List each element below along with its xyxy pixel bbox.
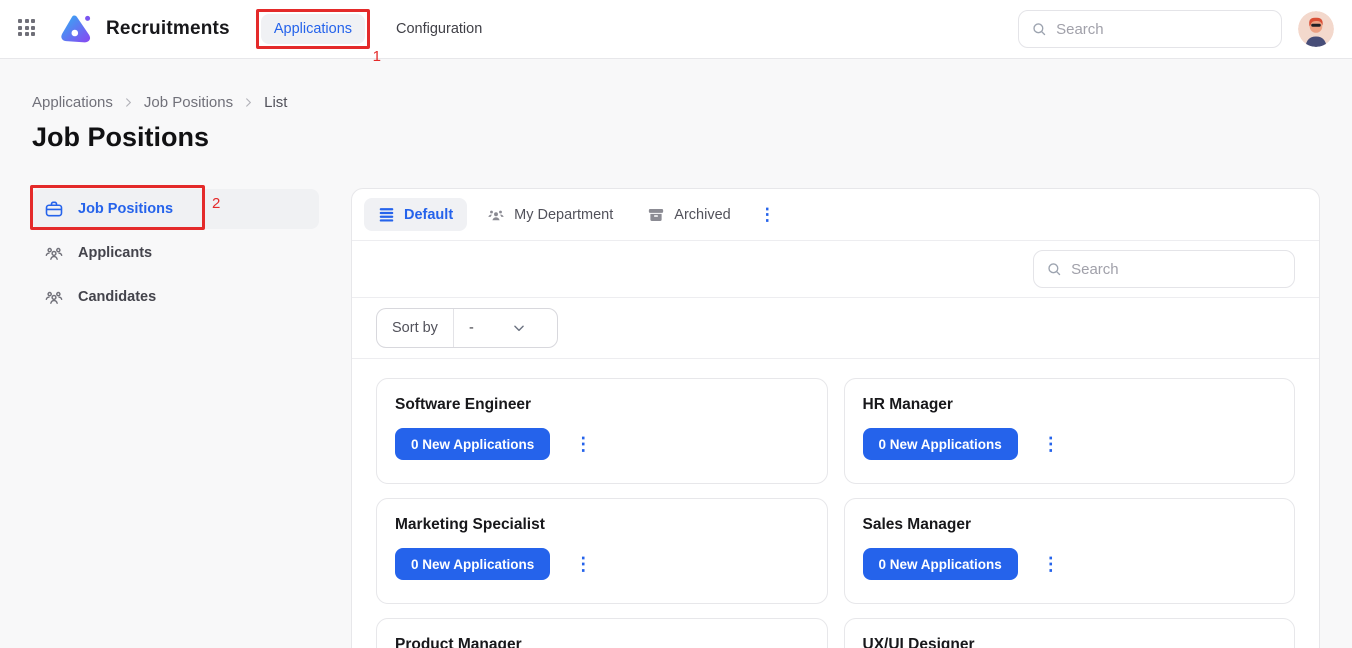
new-applications-button[interactable]: 0 New Applications — [863, 428, 1018, 460]
main-panel: Default My Department Archived ⋮ — [351, 188, 1320, 648]
view-tab-label: My Department — [514, 207, 613, 223]
view-tab-label: Default — [404, 207, 453, 223]
breadcrumb-list[interactable]: List — [264, 94, 287, 111]
annotation-box-1: Applications 1 — [256, 9, 370, 49]
nav-tab-configuration[interactable]: Configuration — [396, 21, 482, 37]
sort-by-dropdown[interactable]: Sort by - — [376, 308, 558, 348]
job-title: HR Manager — [863, 396, 1277, 414]
job-position-card: Marketing Specialist 0 New Applications … — [376, 498, 828, 604]
top-navbar: Recruitments Applications 1 Configuratio… — [0, 0, 1352, 59]
breadcrumb: Applications Job Positions List — [32, 94, 287, 111]
card-menu-icon[interactable]: ⋮ — [1042, 555, 1060, 573]
sort-by-value: - — [469, 320, 474, 336]
people-icon — [44, 287, 64, 307]
user-avatar[interactable] — [1298, 11, 1334, 47]
view-tabs: Default My Department Archived ⋮ — [352, 189, 1319, 241]
job-title: UX/UI Designer — [863, 636, 1277, 648]
job-title: Marketing Specialist — [395, 516, 809, 534]
global-search-input[interactable] — [1056, 21, 1269, 38]
annotation-label-1: 1 — [373, 48, 381, 65]
view-tab-default[interactable]: Default — [364, 198, 467, 231]
search-icon — [1031, 20, 1047, 38]
sidebar: Job Positions 2 Applicants Candidates — [32, 189, 319, 321]
annotation-label-2: 2 — [212, 195, 220, 212]
sort-by-label: Sort by — [377, 309, 454, 347]
chevron-right-icon — [243, 97, 254, 108]
global-search[interactable] — [1018, 10, 1282, 48]
job-position-cards: Software Engineer 0 New Applications ⋮ H… — [352, 359, 1319, 648]
job-position-card: Sales Manager 0 New Applications ⋮ — [844, 498, 1296, 604]
sidebar-item-label: Applicants — [78, 245, 152, 261]
nav-tab-applications[interactable]: Applications — [261, 14, 365, 44]
job-position-card: Software Engineer 0 New Applications ⋮ — [376, 378, 828, 484]
briefcase-icon — [44, 199, 64, 219]
new-applications-button[interactable]: 0 New Applications — [395, 428, 550, 460]
page-title: Job Positions — [32, 122, 209, 153]
sidebar-item-job-positions[interactable]: Job Positions 2 — [32, 189, 319, 229]
sidebar-item-label: Candidates — [78, 289, 156, 305]
breadcrumb-applications[interactable]: Applications — [32, 94, 113, 111]
card-menu-icon[interactable]: ⋮ — [574, 555, 592, 573]
job-title: Sales Manager — [863, 516, 1277, 534]
job-title: Product Manager — [395, 636, 809, 648]
list-search[interactable] — [1033, 250, 1295, 288]
new-applications-button[interactable]: 0 New Applications — [863, 548, 1018, 580]
view-tabs-menu-icon[interactable]: ⋮ — [751, 206, 784, 223]
view-tab-label: Archived — [674, 207, 730, 223]
app-logo-icon[interactable] — [58, 11, 94, 47]
filter-row — [352, 241, 1319, 298]
card-menu-icon[interactable]: ⋮ — [574, 435, 592, 453]
sort-row: Sort by - — [352, 298, 1319, 359]
job-title: Software Engineer — [395, 396, 809, 414]
job-position-card: UX/UI Designer 0 New Applications ⋮ — [844, 618, 1296, 648]
job-position-card: Product Manager 0 New Applications ⋮ — [376, 618, 828, 648]
sidebar-item-applicants[interactable]: Applicants — [32, 233, 319, 273]
job-position-card: HR Manager 0 New Applications ⋮ — [844, 378, 1296, 484]
sidebar-item-candidates[interactable]: Candidates — [32, 277, 319, 317]
archive-icon — [647, 206, 665, 224]
sidebar-item-label: Job Positions — [78, 201, 173, 217]
people-icon — [487, 206, 505, 224]
app-title: Recruitments — [106, 18, 230, 40]
people-icon — [44, 243, 64, 263]
card-menu-icon[interactable]: ⋮ — [1042, 435, 1060, 453]
app-grid-icon[interactable] — [18, 19, 38, 39]
chevron-right-icon — [123, 97, 134, 108]
chevron-down-icon — [512, 321, 526, 335]
view-tab-my-department[interactable]: My Department — [473, 198, 627, 232]
list-icon — [378, 206, 395, 223]
view-tab-archived[interactable]: Archived — [633, 198, 744, 232]
breadcrumb-job-positions[interactable]: Job Positions — [144, 94, 233, 111]
new-applications-button[interactable]: 0 New Applications — [395, 548, 550, 580]
search-icon — [1046, 260, 1062, 278]
list-search-input[interactable] — [1071, 261, 1282, 278]
